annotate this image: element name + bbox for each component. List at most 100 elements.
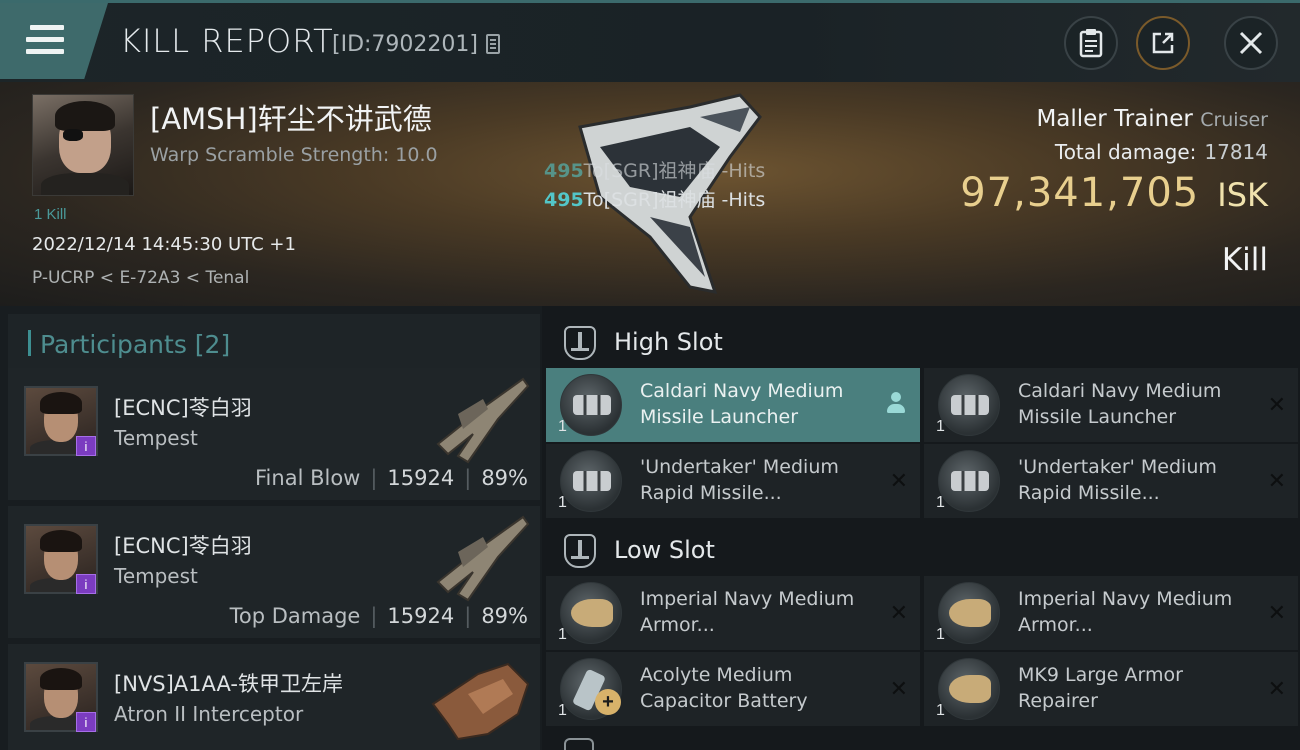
- tempest-ship-icon: [436, 377, 530, 464]
- destroyed-icon: ✕: [889, 676, 908, 701]
- destroyed-icon: ✕: [1267, 600, 1286, 625]
- hamburger-menu-icon: [26, 25, 64, 55]
- participants-label: Participants [2]: [40, 330, 231, 359]
- armor-module-icon: [560, 582, 622, 644]
- damage-percent: 89%: [481, 604, 528, 628]
- share-icon: [1152, 32, 1174, 54]
- module-quantity: 1: [936, 494, 945, 511]
- ship-class: Cruiser: [1200, 109, 1268, 131]
- armor-repairer-icon: [938, 658, 1000, 720]
- next-slot-icon: [564, 738, 594, 750]
- module-item[interactable]: + 1 Acolyte Medium Capacitor Battery ✕: [546, 652, 920, 726]
- module-quantity: 1: [558, 626, 567, 643]
- missile-launcher-icon: [938, 374, 1000, 436]
- module-item[interactable]: 1 'Undertaker' Medium Rapid Missile... ✕: [546, 444, 920, 518]
- damage-value: 15924: [387, 604, 455, 628]
- participant-stats: Final Blow | 15924 | 89%: [255, 466, 528, 490]
- destroyed-icon: ✕: [889, 468, 908, 493]
- rapid-missile-launcher-icon: [560, 450, 622, 512]
- atron-ship-icon: [431, 662, 530, 741]
- participants-panel: Participants [2] i [ECNC]苓白羽 Tempest Fin…: [0, 306, 542, 750]
- corp-badge-icon: i: [76, 436, 96, 456]
- victim-name[interactable]: [AMSH]轩尘不讲武德: [150, 96, 432, 138]
- module-quantity: 1: [558, 494, 567, 511]
- victim-avatar[interactable]: [32, 94, 134, 196]
- destroyed-icon: ✕: [1267, 392, 1286, 417]
- missile-launcher-icon: [560, 374, 622, 436]
- module-name: Imperial Navy Medium Armor...: [1018, 588, 1233, 636]
- module-quantity: 1: [936, 702, 945, 719]
- module-item[interactable]: 1 'Undertaker' Medium Rapid Missile... ✕: [924, 444, 1298, 518]
- tempest-ship-icon: [436, 515, 530, 602]
- participant-ship: Atron II Interceptor: [114, 702, 304, 726]
- module-name: Caldari Navy Medium Missile Launcher: [1018, 380, 1222, 428]
- destroyed-icon: ✕: [1267, 468, 1286, 493]
- header-bar: KILL REPORT [ID:7902201]: [0, 0, 1300, 82]
- isk-value: 97,341,705 ISK: [960, 170, 1268, 216]
- participant-card[interactable]: i [ECNC]苓白羽 Tempest Final Blow | 15924 | 89%: [8, 368, 540, 500]
- destroyed-icon: ✕: [1267, 676, 1286, 701]
- damage-percent: 89%: [481, 466, 528, 490]
- participant-card[interactable]: i [NVS]A1AA-铁甲卫左岸 Atron II Interceptor: [8, 644, 540, 750]
- capacitor-battery-icon: +: [560, 658, 622, 720]
- rapid-missile-launcher-icon: [938, 450, 1000, 512]
- participants-header: Participants [2]: [8, 314, 540, 372]
- report-id: [ID:7902201]: [332, 32, 478, 57]
- module-item[interactable]: 1 Imperial Navy Medium Armor... ✕: [924, 576, 1298, 650]
- header-accent-line: [0, 0, 1300, 3]
- kill-location[interactable]: P-UCRP < E-72A3 < Tenal: [32, 268, 249, 288]
- kill-type-label: Kill: [1221, 242, 1268, 278]
- participant-ship: Tempest: [114, 426, 198, 450]
- final-blow-tag: Final Blow: [255, 466, 361, 490]
- armor-module-icon: [938, 582, 1000, 644]
- module-item[interactable]: 1 Imperial Navy Medium Armor... ✕: [546, 576, 920, 650]
- low-slot-label: Low Slot: [614, 536, 715, 564]
- menu-button[interactable]: [0, 3, 108, 79]
- share-button[interactable]: [1136, 16, 1190, 70]
- kill-count: 1 Kill: [34, 206, 67, 223]
- participant-name: [NVS]A1AA-铁甲卫左岸: [114, 672, 343, 696]
- module-item[interactable]: 1 Caldari Navy Medium Missile Launcher: [546, 368, 920, 442]
- participant-name: [ECNC]苓白羽: [114, 396, 252, 420]
- participant-name: [ECNC]苓白羽: [114, 534, 252, 558]
- clipboard-icon: [1079, 29, 1103, 58]
- victim-ship-name[interactable]: Maller Trainer Cruiser: [1036, 106, 1268, 132]
- module-item[interactable]: 1 MK9 Large Armor Repairer ✕: [924, 652, 1298, 726]
- victim-banner: [AMSH]轩尘不讲武德 Warp Scramble Strength: 10.…: [0, 82, 1300, 306]
- total-damage: Total damage: 17814: [1054, 140, 1268, 164]
- damage-value: 15924: [387, 466, 455, 490]
- warp-scramble-strength: Warp Scramble Strength: 10.0: [150, 144, 438, 166]
- close-icon: [1239, 31, 1263, 55]
- module-quantity: 1: [936, 418, 945, 435]
- person-icon: [886, 392, 906, 414]
- hit-line: 495To[SGR]祖神庙 -Hits: [544, 189, 766, 211]
- kill-timestamp: 2022/12/14 14:45:30 UTC +1: [32, 234, 296, 255]
- fitting-panel: High Slot 1 Caldari Navy Medium Missile …: [542, 306, 1300, 750]
- hit-line: 495To[SGR]祖神庙 -Hits: [544, 160, 766, 182]
- module-item[interactable]: 1 Caldari Navy Medium Missile Launcher ✕: [924, 368, 1298, 442]
- corp-badge-icon: i: [76, 712, 96, 732]
- module-name: 'Undertaker' Medium Rapid Missile...: [640, 456, 839, 504]
- close-button[interactable]: [1224, 16, 1278, 70]
- page-title: KILL REPORT: [120, 22, 334, 60]
- destroyed-icon: ✕: [889, 600, 908, 625]
- clipboard-button[interactable]: [1064, 16, 1118, 70]
- high-slot-label: High Slot: [614, 328, 723, 356]
- module-name: 'Undertaker' Medium Rapid Missile...: [1018, 456, 1217, 504]
- high-slot-icon: [564, 326, 596, 360]
- module-name: Imperial Navy Medium Armor...: [640, 588, 855, 636]
- module-name: MK9 Large Armor Repairer: [1018, 664, 1183, 712]
- copy-id-icon[interactable]: [486, 34, 500, 54]
- module-name: Acolyte Medium Capacitor Battery: [640, 664, 808, 712]
- module-quantity: 1: [558, 418, 567, 435]
- participant-ship: Tempest: [114, 564, 198, 588]
- top-damage-tag: Top Damage: [229, 604, 361, 628]
- low-slot-icon: [564, 534, 596, 568]
- participant-stats: Top Damage | 15924 | 89%: [229, 604, 528, 628]
- high-slot-header: High Slot: [544, 312, 1300, 370]
- module-quantity: 1: [936, 626, 945, 643]
- corp-badge-icon: i: [76, 574, 96, 594]
- participant-card[interactable]: i [ECNC]苓白羽 Tempest Top Damage | 15924 | 89%: [8, 506, 540, 638]
- module-name: Caldari Navy Medium Missile Launcher: [640, 380, 844, 428]
- header-accent-bar: [28, 330, 31, 356]
